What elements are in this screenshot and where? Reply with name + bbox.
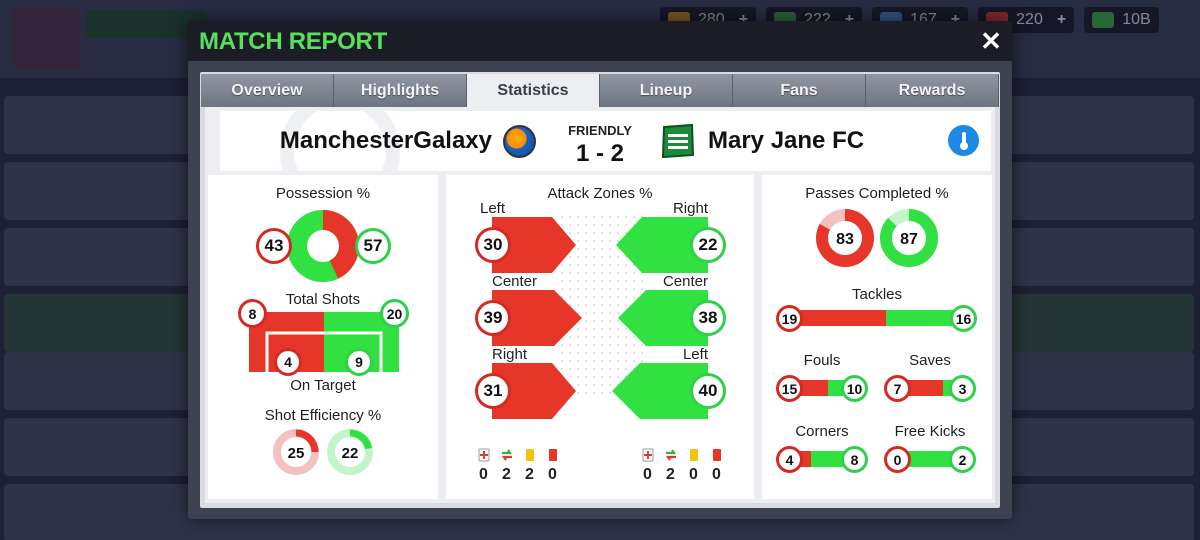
home-team-name: ManchesterGalaxy <box>279 127 492 154</box>
zone-home-value: 39 <box>475 300 511 336</box>
zone-away-value: 40 <box>690 373 726 409</box>
tab-lineup[interactable]: Lineup <box>600 74 733 107</box>
tab-fans[interactable]: Fans <box>733 74 866 107</box>
discipline-value: 0 <box>479 466 488 483</box>
shot-efficiency-away-value: 22 <box>342 445 359 462</box>
zone-home-label: Left <box>480 200 506 217</box>
tackles-home-value: 19 <box>776 305 803 332</box>
discipline-cell: 2 <box>495 448 518 484</box>
tab-highlights[interactable]: Highlights <box>334 74 467 107</box>
corners-away-value: 8 <box>841 446 868 473</box>
yellow-card-icon <box>525 449 534 461</box>
injury-icon <box>642 448 653 462</box>
saves-away-value: 3 <box>949 375 976 402</box>
free-kicks-away-value: 2 <box>949 446 976 473</box>
zone-home-label: Center <box>492 273 538 290</box>
discipline-cell: 0 <box>472 448 495 484</box>
away-team-name: Mary Jane FC <box>708 127 865 154</box>
close-icon: ✕ <box>980 25 1002 56</box>
discipline-value: 2 <box>525 466 534 483</box>
close-button[interactable]: ✕ <box>974 25 1008 57</box>
discipline-cell: 0 <box>682 448 705 484</box>
home-team-badge-icon <box>503 125 536 158</box>
modal-header: MATCH REPORT ✕ <box>188 21 1012 61</box>
tackles-away-value: 16 <box>950 305 977 332</box>
discipline-cell: 0 <box>541 448 564 484</box>
discipline-value: 0 <box>643 466 652 483</box>
yellow-card-icon <box>689 449 698 461</box>
passes-home-value: 83 <box>836 231 854 248</box>
tab-bar: Overview Highlights Statistics Lineup Fa… <box>201 74 999 107</box>
substitution-icon <box>501 449 512 461</box>
away-discipline: 0 2 0 0 <box>636 448 728 484</box>
free-kicks-label: Free Kicks <box>894 423 966 440</box>
saves-label: Saves <box>909 352 951 369</box>
home-discipline: 0 2 2 0 <box>472 448 564 484</box>
shots-home-on-target: 4 <box>274 348 302 376</box>
passes-away-value: 87 <box>900 231 918 248</box>
tackles-home-fill <box>790 310 886 326</box>
zone-home-value: 31 <box>475 373 511 409</box>
shot-efficiency-label: Shot Efficiency % <box>264 407 382 424</box>
discipline-cell: 2 <box>659 448 682 484</box>
match-type: FRIENDLY <box>568 123 632 138</box>
tab-rewards[interactable]: Rewards <box>866 74 999 107</box>
thermometer-button[interactable] <box>948 125 979 156</box>
substitution-icon <box>665 449 676 461</box>
zone-away-value: 38 <box>690 300 726 336</box>
tackles-bar <box>790 310 966 326</box>
discipline-value: 0 <box>548 466 557 483</box>
discipline-cell: 0 <box>636 448 659 484</box>
passes-home-ring: 83 <box>816 209 874 267</box>
tab-overview[interactable]: Overview <box>201 74 334 107</box>
fouls-label: Fouls <box>803 352 841 369</box>
discipline-value: 0 <box>712 466 721 483</box>
possession-away-value: 57 <box>355 228 391 264</box>
zone-away-label: Center <box>662 273 708 290</box>
zone-home-label: Right <box>492 346 528 363</box>
discipline-value: 2 <box>502 466 511 483</box>
shots-away-total: 20 <box>380 299 409 328</box>
injury-icon <box>478 448 489 462</box>
modal-title: MATCH REPORT <box>199 28 387 55</box>
red-card-icon <box>548 449 557 461</box>
shot-efficiency-away-ring: 22 <box>327 429 373 475</box>
discipline-cell: 0 <box>705 448 728 484</box>
passes-away-ring: 87 <box>880 209 938 267</box>
red-card-icon <box>712 449 721 461</box>
shot-efficiency-home-value: 25 <box>288 445 305 462</box>
free-kicks-home-value: 0 <box>884 446 911 473</box>
shots-goal-diagram <box>249 312 399 372</box>
possession-label: Possession % <box>275 185 371 202</box>
zone-home-value: 30 <box>475 227 511 263</box>
discipline-value: 0 <box>689 466 698 483</box>
possession-donut <box>287 210 359 282</box>
fouls-home-value: 15 <box>776 375 803 402</box>
match-score: 1 - 2 <box>575 140 625 167</box>
corners-label: Corners <box>795 423 849 440</box>
zone-away-label: Left <box>682 346 708 363</box>
saves-home-value: 7 <box>884 375 911 402</box>
shots-away-on-target: 9 <box>345 348 373 376</box>
on-target-label: On Target <box>290 377 356 394</box>
zone-away-label: Right <box>672 200 708 217</box>
away-team-crest-icon <box>661 123 695 159</box>
corners-home-value: 4 <box>776 446 803 473</box>
passes-label: Passes Completed % <box>805 185 949 202</box>
shot-efficiency-home-ring: 25 <box>273 429 319 475</box>
discipline-value: 2 <box>666 466 675 483</box>
zone-away-value: 22 <box>690 227 726 263</box>
possession-home-value: 43 <box>256 228 292 264</box>
tab-statistics[interactable]: Statistics <box>467 74 600 107</box>
score-band: ManchesterGalaxy FRIENDLY 1 - 2 Mary Jan… <box>220 111 991 171</box>
tackles-label: Tackles <box>851 286 903 303</box>
shots-home-total: 8 <box>238 299 267 328</box>
discipline-cell: 2 <box>518 448 541 484</box>
fouls-away-value: 10 <box>841 375 868 402</box>
thermometer-icon <box>959 131 968 150</box>
